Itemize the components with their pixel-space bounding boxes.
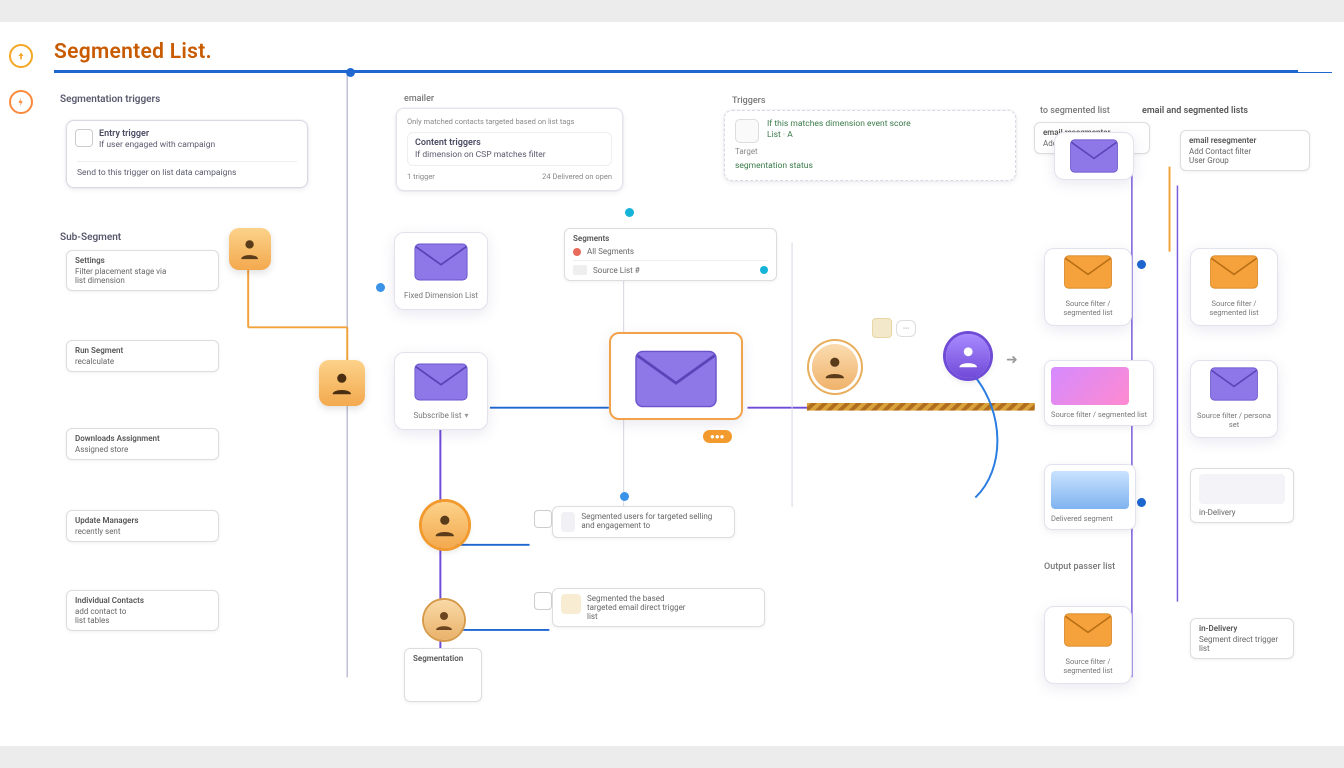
tag-icon: [735, 119, 759, 143]
list-icon: [573, 265, 587, 275]
chevron-down-icon[interactable]: ▾: [464, 411, 468, 421]
card-chain-empty[interactable]: Segmentation: [404, 648, 482, 702]
node-dot: [376, 283, 385, 292]
card-env-r1[interactable]: Source filter / segmented list: [1044, 248, 1132, 326]
card-mini-rb3[interactable]: in-Delivery Segment direct trigger list: [1190, 618, 1294, 659]
label-email-seg-lists: email and segmented lists: [1142, 106, 1248, 116]
card-env-rb1[interactable]: Source filter / persona set: [1190, 360, 1278, 438]
avatar-persona-2[interactable]: [319, 360, 365, 406]
avatar-icon: [561, 512, 575, 532]
thumbnail: [1051, 471, 1129, 509]
card-downloads[interactable]: Downloads Assignment Assigned store: [66, 428, 219, 460]
status-dot-icon: [573, 248, 581, 256]
card-mini-rb2[interactable]: in-Delivery: [1190, 468, 1294, 523]
card-route-1[interactable]: Segmented users for targeted selling and…: [552, 506, 735, 538]
arrow-up-icon[interactable]: [9, 44, 33, 68]
chip-row: ···: [872, 318, 916, 338]
avatar-persona-3[interactable]: [422, 502, 468, 548]
card-image-r2[interactable]: Source filter / segmented list: [1044, 360, 1154, 426]
chip-icon: [872, 318, 892, 338]
section-label-subsegment: Sub-Segment: [60, 232, 121, 243]
thumbnail: [1051, 367, 1129, 405]
card-env-r4[interactable]: Source filter / segmented list: [1044, 606, 1132, 684]
page-title: Segmented List.: [54, 40, 212, 64]
card-envelope-1[interactable]: Fixed Dimension List: [394, 232, 488, 310]
label-triggers: Triggers: [732, 96, 766, 106]
envelope-icon: [633, 350, 719, 408]
badge: ●●●: [703, 430, 732, 443]
section-label-triggers: Segmentation triggers: [60, 94, 160, 105]
node-dot: [625, 208, 634, 217]
label-to-seg: to segmented list: [1040, 106, 1110, 116]
status-dot-icon: [760, 266, 768, 274]
node-dot: [346, 68, 355, 77]
chip[interactable]: ···: [896, 320, 916, 337]
avatar-persona-4[interactable]: [424, 600, 464, 640]
arrow-right-icon: ➜: [1006, 352, 1018, 368]
play-icon[interactable]: [534, 592, 552, 610]
avatar-persona-5[interactable]: [812, 344, 858, 390]
node-dot: [620, 492, 629, 501]
card-run-segment[interactable]: Run Segment recalculate: [66, 340, 219, 372]
play-icon[interactable]: [534, 510, 552, 528]
placeholder-icon: [1199, 474, 1285, 504]
sidebar: [0, 22, 43, 746]
card-entry-trigger[interactable]: Entry trigger If user engaged with campa…: [66, 120, 308, 188]
avatar-icon: [561, 594, 581, 614]
node-dot: [1137, 498, 1146, 507]
card-route-2[interactable]: Segmented the basedtargeted email direct…: [552, 588, 765, 627]
card-update-managers[interactable]: Update Managers recently sent: [66, 510, 219, 542]
trigger-icon: [75, 129, 93, 147]
avatar-persona-6[interactable]: [946, 334, 990, 378]
avatar-persona-1[interactable]: [229, 228, 271, 270]
card-env-rb0[interactable]: Source filter / segmented list: [1190, 248, 1278, 326]
card-right-title[interactable]: email resegmenter Add Contact filter Use…: [1180, 130, 1310, 171]
card-trigger-conditions[interactable]: If this matches dimension event score Li…: [724, 110, 1016, 181]
envelope-icon: [414, 363, 468, 401]
card-emailer[interactable]: Only matched contacts targeted based on …: [396, 108, 623, 191]
card-env-r0[interactable]: [1054, 132, 1134, 180]
card-individual-contacts[interactable]: Individual Contacts add contact tolist t…: [66, 590, 219, 631]
bolt-icon[interactable]: [9, 90, 33, 114]
label-output: Output passer list: [1044, 562, 1115, 572]
card-image-r3[interactable]: Delivered segment: [1044, 464, 1136, 530]
label-emailer: emailer: [404, 94, 434, 104]
card-settings[interactable]: Settings Filter placement stage vialist …: [66, 250, 219, 291]
card-envelope-main[interactable]: ●●●: [609, 332, 743, 420]
panel-segments[interactable]: Segments All Segments Source List #: [564, 228, 777, 281]
envelope-icon: [414, 243, 468, 281]
card-envelope-2[interactable]: Subscribe list▾: [394, 352, 488, 430]
node-dot: [1137, 260, 1146, 269]
flow-canvas[interactable]: Segmentation triggers Entry trigger If u…: [54, 72, 1332, 734]
